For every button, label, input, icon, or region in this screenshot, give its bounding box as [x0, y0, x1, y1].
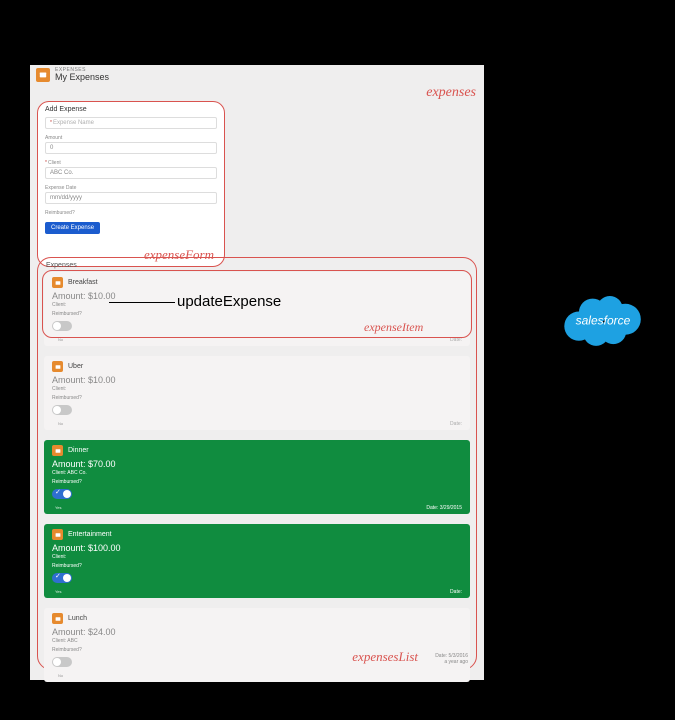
reimbursed-toggle[interactable] — [52, 657, 72, 667]
app-screenshot: EXPENSES My Expenses expenses Add Expens… — [30, 65, 484, 680]
reimbursed-label: Reimbursed? — [52, 479, 462, 485]
expense-name: Uber — [68, 363, 83, 370]
toggle-sublabel: Yes — [55, 589, 462, 594]
expense-client: Client: — [52, 386, 462, 392]
annotation-expense-item: expenseItem — [364, 320, 423, 335]
expense-name: Dinner — [68, 447, 89, 454]
toggle-sublabel: Yes — [55, 505, 462, 510]
date-input[interactable]: mm/dd/yyyy — [45, 192, 217, 204]
annotation-update-expense: updateExpense — [177, 293, 281, 310]
expense-amount: Amount: $70.00 — [52, 459, 462, 469]
expense-date: Date: 3/29/2015 — [426, 505, 462, 511]
reimbursed-toggle[interactable] — [52, 321, 72, 331]
expense-icon — [52, 529, 63, 540]
reimbursed-label: Reimbursed? — [52, 395, 462, 401]
expense-form-outline: Add Expense *Expense Name Amount 0 *Clie… — [37, 101, 225, 267]
expense-date: Date: — [450, 337, 462, 343]
annotation-expenses-list: expensesList — [352, 649, 418, 665]
client-input[interactable]: ABC Co. — [45, 167, 217, 179]
expense-client: Client: ABC — [52, 638, 462, 644]
toggle-sublabel: No — [58, 673, 462, 678]
header-title: My Expenses — [55, 73, 109, 82]
client-label: Client — [48, 160, 61, 166]
expenses-connector — [485, 93, 519, 94]
expense-icon — [52, 361, 63, 372]
expense-name: Breakfast — [68, 279, 98, 286]
expense-name-input[interactable]: *Expense Name — [45, 117, 217, 129]
salesforce-logo: salesforce — [560, 290, 646, 350]
amount-input[interactable]: 0 — [45, 142, 217, 154]
annotation-expenses: expenses — [426, 85, 476, 101]
expense-amount: Amount: $24.00 — [52, 627, 462, 637]
toggle-sublabel: No — [58, 421, 462, 426]
expense-icon — [52, 277, 63, 288]
reimbursed-label: Reimbursed? — [52, 311, 462, 317]
expense-date: Date: — [450, 589, 462, 595]
reimbursed-toggle[interactable] — [52, 489, 72, 499]
list-title: Expenses — [46, 262, 470, 269]
reimbursed-toggle[interactable] — [52, 573, 72, 583]
expense-card: Lunch Amount: $24.00 Client: ABC Reimbur… — [44, 608, 470, 682]
expense-card: Dinner Amount: $70.00 Client: ABC Co. Re… — [44, 440, 470, 514]
expenses-app-icon — [36, 68, 50, 82]
date-label: Expense Date — [45, 185, 217, 191]
expense-name: Lunch — [68, 615, 87, 622]
expense-date: Date: — [450, 421, 462, 427]
create-expense-button[interactable]: Create Expense — [45, 222, 100, 234]
expense-amount: Amount: $100.00 — [52, 543, 462, 553]
update-expense-connector — [109, 302, 175, 303]
salesforce-text: salesforce — [576, 313, 631, 327]
form-title: Add Expense — [45, 106, 217, 113]
reimbursed-toggle[interactable] — [52, 405, 72, 415]
expense-card: Entertainment Amount: $100.00 Client: Re… — [44, 524, 470, 598]
expense-client: Client: ABC Co. — [52, 470, 462, 476]
list-footer-date: Date: 5/3/2016 a year ago — [435, 653, 468, 665]
expense-amount: Amount: $10.00 — [52, 375, 462, 385]
toggle-sublabel: No — [58, 337, 462, 342]
amount-label: Amount — [45, 135, 217, 141]
expense-name: Entertainment — [68, 531, 112, 538]
expense-client: Client: — [52, 554, 462, 560]
reimbursed-label: Reimbursed? — [45, 210, 217, 216]
expenses-list-outline: Expenses Breakfast Amount: $10.00 Client… — [37, 257, 477, 670]
reimbursed-label: Reimbursed? — [52, 563, 462, 569]
expense-card: Uber Amount: $10.00 Client: Reimbursed? … — [44, 356, 470, 430]
expense-icon — [52, 613, 63, 624]
app-header: EXPENSES My Expenses — [30, 65, 484, 84]
expense-icon — [52, 445, 63, 456]
